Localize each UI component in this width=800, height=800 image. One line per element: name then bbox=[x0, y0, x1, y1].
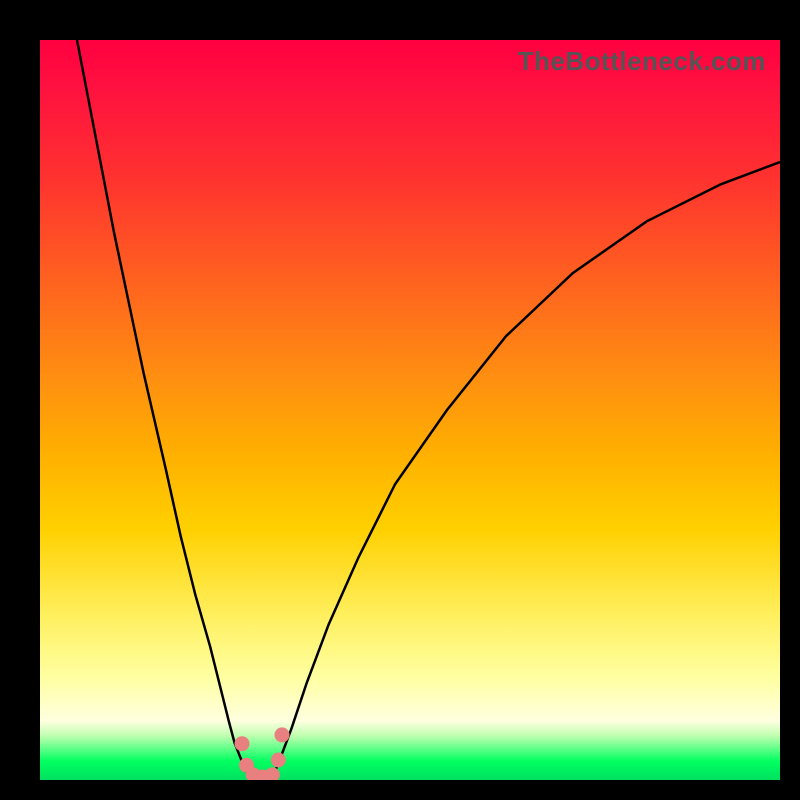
left-curve bbox=[77, 40, 250, 776]
bead-point bbox=[235, 736, 250, 751]
trough-beads bbox=[235, 727, 290, 780]
chart-frame: TheBottleneck.com bbox=[0, 0, 800, 800]
bead-point bbox=[265, 767, 280, 780]
chart-svg bbox=[40, 40, 780, 780]
bead-point bbox=[271, 753, 286, 768]
bead-point bbox=[275, 727, 290, 742]
right-curve bbox=[273, 162, 780, 776]
plot-area: TheBottleneck.com bbox=[40, 40, 780, 780]
